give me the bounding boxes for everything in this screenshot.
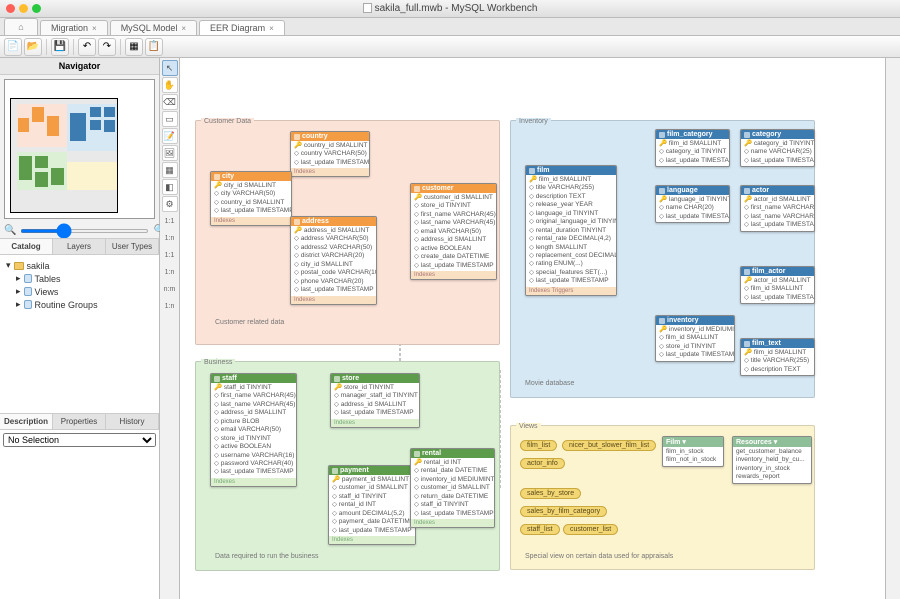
entity-staff[interactable]: staff🔑 staff_id TINYINT◇ first_name VARC… [210, 373, 297, 487]
entity-film[interactable]: film🔑 film_id SMALLINT◇ title VARCHAR(25… [525, 165, 617, 296]
note-views: Special view on certain data used for ap… [525, 553, 673, 560]
pointer-tool[interactable]: ↖ [162, 60, 178, 76]
note-inventory: Movie database [525, 380, 574, 387]
close-icon[interactable]: × [269, 24, 274, 33]
main-toolbar: 📄 📂 💾 ↶ ↷ ▦ 📋 [0, 36, 900, 58]
zoom-controls: 🔍 🔍 70 [0, 223, 159, 238]
minimap[interactable] [4, 79, 155, 219]
right-gutter [886, 58, 900, 599]
chevron-right-icon[interactable]: ▸ [16, 273, 21, 284]
rel-11-tool[interactable]: 1:1 [162, 213, 178, 229]
selection-dropdown[interactable]: No Selection [3, 433, 156, 447]
entity-city[interactable]: city🔑 city_id SMALLINT◇ city VARCHAR(50)… [210, 171, 292, 226]
user-types-tab[interactable]: User Types [106, 239, 159, 254]
hand-tool[interactable]: ✋ [162, 77, 178, 93]
history-tab[interactable]: History [106, 414, 159, 429]
tab-migration[interactable]: Migration× [40, 20, 108, 35]
view-actor-info[interactable]: actor_info [520, 458, 565, 469]
properties-tab[interactable]: Properties [53, 414, 106, 429]
title-bar: sakila_full.mwb - MySQL Workbench [0, 0, 900, 18]
navigator-panel: Navigator 🔍 🔍 70 Catalo [0, 58, 160, 599]
tab-mysql-model[interactable]: MySQL Model× [110, 20, 197, 35]
routine-film[interactable]: Film ▾film_in_stockfilm_not_in_stock [662, 436, 724, 467]
description-tab[interactable]: Description [0, 414, 53, 429]
view-customer-list[interactable]: customer_list [563, 524, 618, 535]
entity-store[interactable]: store🔑 store_id TINYINT◇ manager_staff_i… [330, 373, 420, 428]
entity-category[interactable]: category🔑 category_id TINYINT◇ name VARC… [740, 129, 815, 167]
image-tool[interactable]: 🖼 [162, 145, 178, 161]
rel-nm-tool[interactable]: n:m [162, 281, 178, 297]
view-film-list[interactable]: film_list [520, 440, 557, 451]
redo-button[interactable]: ↷ [98, 38, 116, 56]
rel-11i-tool[interactable]: 1:1 [162, 247, 178, 263]
entity-film-text[interactable]: film_text🔑 film_id SMALLINT◇ title VARCH… [740, 338, 815, 376]
entity-payment[interactable]: payment🔑 payment_id SMALLINT◇ customer_i… [328, 465, 416, 545]
navigator-header: Navigator [0, 58, 159, 75]
routine-resources[interactable]: Resources ▾get_customer_balanceinventory… [732, 436, 812, 484]
chevron-right-icon[interactable]: ▸ [16, 299, 21, 310]
eraser-tool[interactable]: ⌫ [162, 94, 178, 110]
close-icon[interactable]: × [181, 24, 186, 33]
views-icon [24, 287, 32, 296]
catalog-tree[interactable]: ▾sakila ▸Tables ▸Views ▸Routine Groups [0, 255, 159, 413]
note-customer: Customer related data [215, 319, 284, 326]
routines-icon [24, 300, 32, 309]
tool-palette: ↖ ✋ ⌫ ▭ 📝 🖼 ▦ ◧ ⚙ 1:1 1:n 1:1 1:n n:m 1:… [160, 58, 180, 599]
routine-tool[interactable]: ⚙ [162, 196, 178, 212]
chevron-right-icon[interactable]: ▸ [16, 286, 21, 297]
catalog-tab[interactable]: Catalog [0, 239, 53, 254]
table-tool[interactable]: ▦ [162, 162, 178, 178]
zoom-slider[interactable] [20, 229, 149, 233]
close-icon[interactable]: × [92, 24, 97, 33]
entity-actor[interactable]: actor🔑 actor_id SMALLINT◇ first_name VAR… [740, 185, 815, 232]
undo-button[interactable]: ↶ [78, 38, 96, 56]
home-tab[interactable]: ⌂ [4, 18, 38, 35]
view-tool[interactable]: ◧ [162, 179, 178, 195]
schema-icon [14, 262, 24, 270]
rel-1ne-tool[interactable]: 1:n [162, 298, 178, 314]
notes-button[interactable]: 📋 [145, 38, 163, 56]
entity-country[interactable]: country🔑 country_id SMALLINT◇ country VA… [290, 131, 370, 177]
open-file-button[interactable]: 📂 [24, 38, 42, 56]
file-tab-bar: ⌂ Migration× MySQL Model× EER Diagram× [0, 18, 900, 36]
view-sales-category[interactable]: sales_by_film_category [520, 506, 607, 517]
entity-film-category[interactable]: film_category🔑 film_id SMALLINT◇ categor… [655, 129, 730, 167]
entity-film-actor[interactable]: film_actor🔑 actor_id SMALLINT◇ film_id S… [740, 266, 815, 304]
chevron-down-icon[interactable]: ▾ [6, 260, 11, 271]
entity-language[interactable]: language🔑 language_id TINYINT◇ name CHAR… [655, 185, 730, 223]
tab-eer-diagram[interactable]: EER Diagram× [199, 20, 285, 35]
note-business: Data required to run the business [215, 553, 319, 560]
entity-rental[interactable]: rental🔑 rental_id INT◇ rental_date DATET… [410, 448, 495, 528]
entity-inventory[interactable]: inventory🔑 inventory_id MEDIUMINT◇ film_… [655, 315, 735, 362]
rel-1ni-tool[interactable]: 1:n [162, 264, 178, 280]
view-staff-list[interactable]: staff_list [520, 524, 560, 535]
entity-address[interactable]: address🔑 address_id SMALLINT◇ address VA… [290, 216, 377, 305]
grid-button[interactable]: ▦ [125, 38, 143, 56]
layers-tab[interactable]: Layers [53, 239, 106, 254]
tables-icon [24, 274, 32, 283]
view-sales-store[interactable]: sales_by_store [520, 488, 581, 499]
rel-1n-tool[interactable]: 1:n [162, 230, 178, 246]
zoom-out-icon[interactable]: 🔍 [4, 225, 16, 236]
home-icon: ⌂ [15, 21, 27, 33]
save-button[interactable]: 💾 [51, 38, 69, 56]
layer-tool[interactable]: ▭ [162, 111, 178, 127]
eer-canvas[interactable]: Customer Data Customer related data coun… [180, 58, 886, 599]
new-file-button[interactable]: 📄 [4, 38, 22, 56]
view-nicer[interactable]: nicer_but_slower_film_list [562, 440, 656, 451]
note-tool[interactable]: 📝 [162, 128, 178, 144]
entity-customer[interactable]: customer🔑 customer_id SMALLINT◇ store_id… [410, 183, 497, 280]
window-title: sakila_full.mwb - MySQL Workbench [0, 3, 900, 14]
